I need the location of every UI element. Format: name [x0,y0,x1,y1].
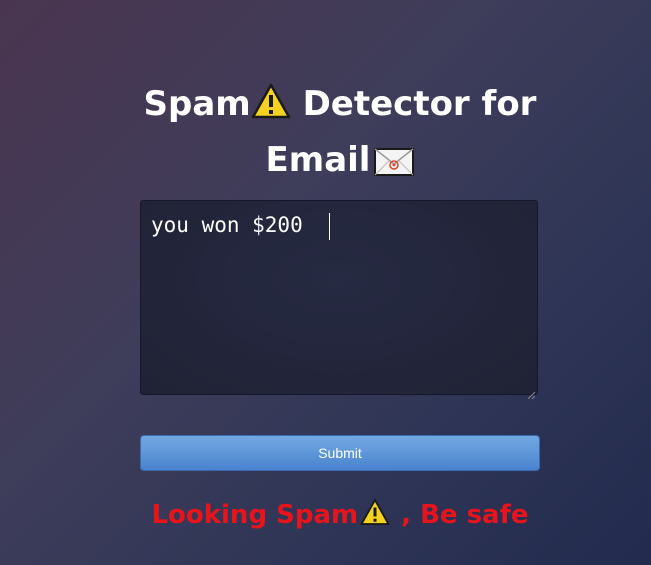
warning-icon [251,82,291,134]
title-text-email: Email [265,140,371,180]
email-input-value: you won $200 [151,213,316,237]
title-line-1: Spam Detector for [100,78,580,134]
result-text-spam: Looking Spam [151,500,359,530]
page-title: Spam Detector for Email [100,78,580,191]
email-text-input[interactable]: you won $200 [140,200,538,400]
title-line-2: Email [100,134,580,191]
title-text-spam: Spam [143,84,251,124]
title-text-detector: Detector for [290,84,537,124]
result-text-safe: , Be safe [392,500,529,530]
envelope-icon [374,139,415,191]
submit-button[interactable]: Submit [140,435,540,471]
text-caret [329,213,330,240]
resize-handle-icon[interactable] [527,384,536,400]
result-message: Looking Spam , Be safe [100,496,580,537]
result-warning-icon [360,498,390,537]
